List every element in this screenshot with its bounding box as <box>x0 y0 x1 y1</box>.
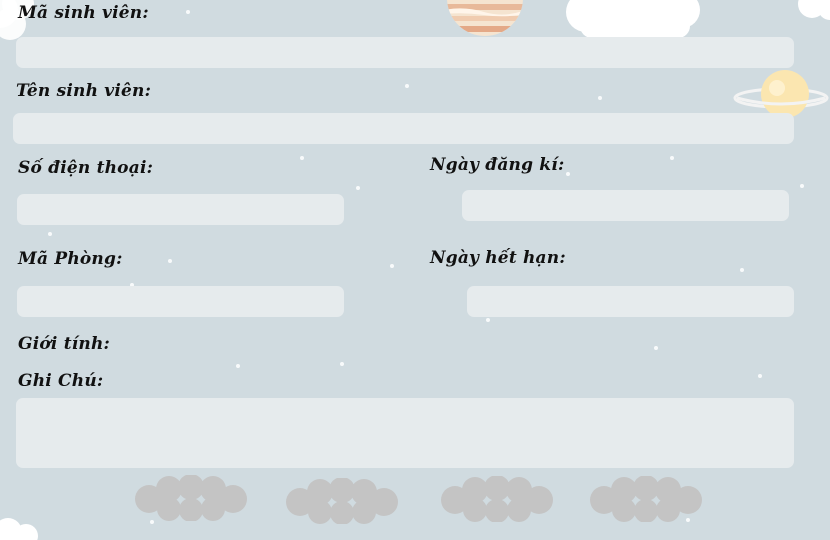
cloud-icon <box>135 475 247 521</box>
cloud-decoration <box>0 518 38 540</box>
star-decoration <box>186 10 190 14</box>
room-input[interactable] <box>17 286 344 317</box>
cloud-decoration <box>798 0 830 20</box>
register-date-label: Ngày đăng kí: <box>430 155 565 175</box>
star-decoration <box>670 156 674 160</box>
star-decoration <box>486 318 490 322</box>
gender-label: Giới tính: <box>18 334 110 354</box>
cloud-decoration <box>566 0 700 38</box>
star-decoration <box>236 364 240 368</box>
register-date-input[interactable] <box>462 190 789 221</box>
student-name-input[interactable] <box>13 113 794 144</box>
star-decoration <box>405 84 409 88</box>
phone-input[interactable] <box>17 194 344 225</box>
cloud-button-3[interactable] <box>439 476 557 522</box>
phone-label: Số điện thoại: <box>18 158 154 178</box>
student-id-input[interactable] <box>16 37 794 68</box>
cloud-icon <box>590 476 702 522</box>
star-decoration <box>598 96 602 100</box>
student-id-label: Mã sinh viên: <box>18 3 149 23</box>
star-decoration <box>566 172 570 176</box>
planet-decoration <box>447 0 523 36</box>
note-label: Ghi Chú: <box>18 371 104 391</box>
cloud-button-4[interactable] <box>588 476 706 522</box>
star-decoration <box>356 186 360 190</box>
star-decoration <box>168 259 172 263</box>
star-decoration <box>654 346 658 350</box>
cloud-button-1[interactable] <box>133 475 251 521</box>
star-decoration <box>300 156 304 160</box>
cloud-icon <box>441 476 553 522</box>
note-textarea[interactable] <box>16 398 794 468</box>
star-decoration <box>48 232 52 236</box>
expiry-date-label: Ngày hết hạn: <box>430 248 566 268</box>
expiry-date-input[interactable] <box>467 286 794 317</box>
cloud-button-2[interactable] <box>284 478 402 524</box>
star-decoration <box>740 268 744 272</box>
star-decoration <box>390 264 394 268</box>
star-decoration <box>800 184 804 188</box>
cloud-icon <box>286 478 398 524</box>
star-decoration <box>758 374 762 378</box>
student-name-label: Tên sinh viên: <box>16 81 152 101</box>
star-decoration <box>340 362 344 366</box>
room-label: Mã Phòng: <box>18 249 123 269</box>
